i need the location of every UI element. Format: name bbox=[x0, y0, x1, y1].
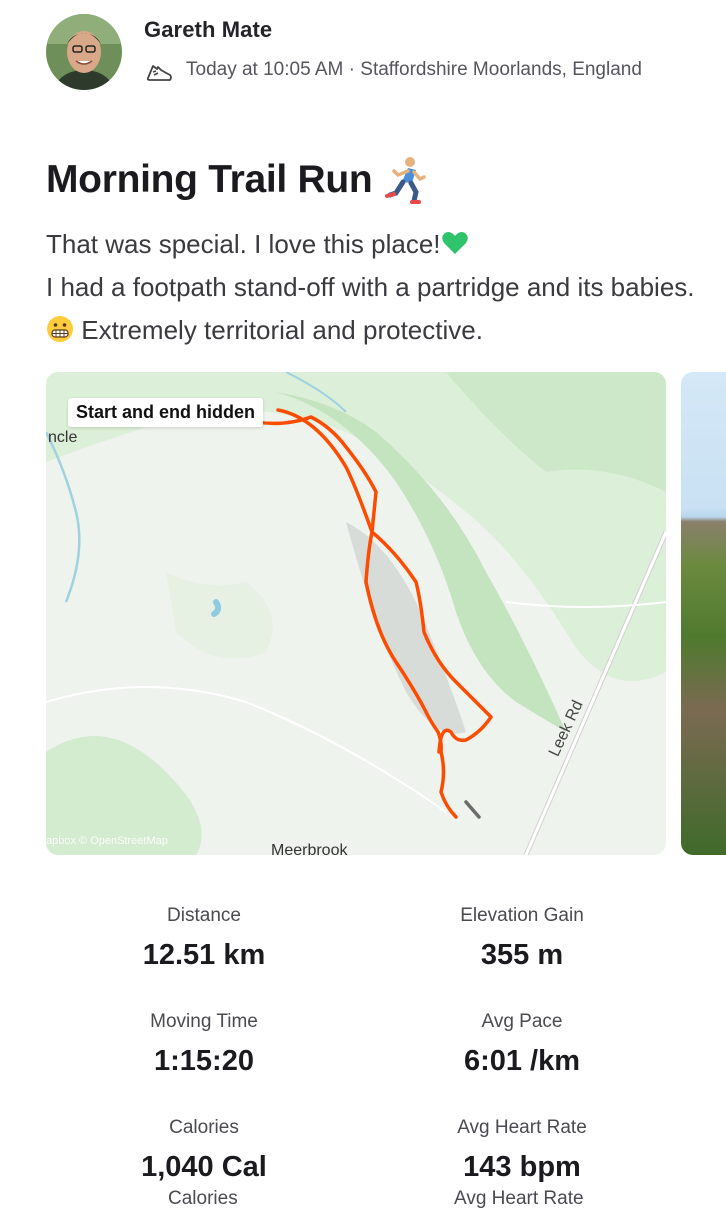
stat-distance: Distance 12.51 km bbox=[44, 905, 364, 972]
activity-title-text: Morning Trail Run bbox=[46, 158, 373, 201]
privacy-badge: Start and end hidden bbox=[68, 398, 264, 427]
stat-value: 143 bpm bbox=[463, 1151, 581, 1183]
green-heart-icon bbox=[441, 232, 468, 254]
stat-moving-time: Moving Time 1:15:20 bbox=[44, 1011, 364, 1078]
stat-label: Distance bbox=[167, 905, 241, 926]
stat-value: 12.51 km bbox=[142, 939, 266, 971]
athlete-name[interactable]: Gareth Mate bbox=[144, 17, 272, 43]
stat-label: Avg Pace bbox=[481, 1011, 563, 1032]
stat-calories: Calories 1,040 Cal bbox=[44, 1117, 364, 1184]
stat-label: Moving Time bbox=[150, 1011, 258, 1032]
running-shoe-icon bbox=[146, 65, 172, 81]
activity-photo[interactable] bbox=[681, 372, 726, 855]
stat-avg-heart-rate: Avg Heart Rate 143 bpm bbox=[362, 1117, 682, 1184]
stat-label: Avg Heart Rate bbox=[457, 1117, 587, 1138]
avatar[interactable] bbox=[46, 14, 122, 90]
activity-meta: Today at 10:05 AM · Staffordshire Moorla… bbox=[186, 59, 642, 80]
description-line-1: That was special. I love this place! bbox=[46, 229, 441, 259]
stat-label-partial: Calories bbox=[168, 1188, 238, 1209]
stat-value: 1:15:20 bbox=[154, 1045, 254, 1077]
activity-title[interactable]: Morning Trail Run bbox=[46, 155, 430, 205]
description-line-3: Extremely territorial and protective. bbox=[81, 315, 483, 345]
route-map[interactable]: Start and end hidden ncle Leek Rd Meerbr… bbox=[46, 372, 666, 855]
map-attribution[interactable]: apbox © OpenStreetMap bbox=[46, 835, 168, 847]
map-background bbox=[46, 372, 666, 855]
stat-elevation-gain: Elevation Gain 355 m bbox=[362, 905, 682, 972]
stat-value: 1,040 Cal bbox=[141, 1151, 267, 1183]
description-line-2: I had a footpath stand-off with a partri… bbox=[46, 272, 695, 302]
map-place-label: ncle bbox=[48, 429, 78, 446]
stat-label: Calories bbox=[169, 1117, 239, 1138]
stat-label: Elevation Gain bbox=[460, 905, 584, 926]
stat-label-partial: Avg Heart Rate bbox=[454, 1188, 584, 1209]
stat-value: 355 m bbox=[480, 939, 564, 971]
stat-value: 6:01 /km bbox=[463, 1045, 581, 1077]
activity-description: That was special. I love this place! I h… bbox=[46, 223, 696, 352]
map-place-label-bottom: Meerbrook bbox=[271, 842, 348, 855]
stat-avg-pace: Avg Pace 6:01 /km bbox=[362, 1011, 682, 1078]
runner-emoji-icon bbox=[385, 157, 427, 204]
grimacing-face-icon bbox=[47, 316, 73, 342]
